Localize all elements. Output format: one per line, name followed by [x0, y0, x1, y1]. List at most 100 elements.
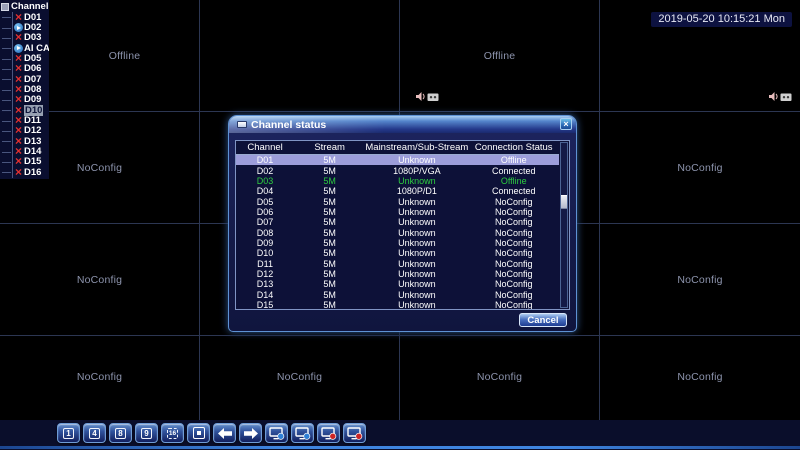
column-header: Connection Status [469, 142, 559, 153]
prev-page-button[interactable] [213, 423, 236, 443]
video-cell-status-label: NoConfig [477, 371, 522, 383]
channel-label: D16 [24, 167, 41, 178]
table-cell: D01 [236, 155, 294, 165]
table-row[interactable]: D055MUnknownNoConfig [236, 196, 559, 206]
table-row[interactable]: D075MUnknownNoConfig [236, 217, 559, 227]
video-cell-8[interactable]: NoConfig [600, 112, 800, 224]
table-cell: 5M [294, 176, 365, 186]
monitor-icon [321, 427, 337, 440]
table-cell: Unknown [365, 259, 468, 269]
table-row[interactable]: D045M1080P/D1Connected [236, 186, 559, 196]
view-9-button[interactable]: 9 [135, 423, 158, 443]
table-row[interactable]: D115MUnknownNoConfig [236, 258, 559, 268]
table-cell: NoConfig [469, 269, 559, 279]
channel-label: D11 [24, 115, 41, 126]
video-cell-2[interactable] [200, 0, 400, 112]
channel-status-table: ChannelStreamMainstream/Sub-StreamConnec… [235, 140, 570, 310]
table-cell: Unknown [365, 300, 468, 309]
fullscreen-icon [193, 427, 205, 439]
split-view-1-icon: 1 [63, 428, 74, 439]
table-cell: Offline [469, 155, 559, 165]
table-cell: D10 [236, 248, 294, 258]
tour-button[interactable] [265, 423, 288, 443]
channel-label: D15 [24, 156, 41, 167]
fullscreen-button[interactable] [187, 423, 210, 443]
video-cell-12[interactable]: NoConfig [600, 224, 800, 336]
view-4-button[interactable]: 4 [83, 423, 106, 443]
table-cell: 5M [294, 217, 365, 227]
table-row[interactable]: D065MUnknownNoConfig [236, 207, 559, 217]
monitor-icon [295, 427, 311, 440]
split-view-4-icon: 4 [89, 428, 100, 439]
view-16-button[interactable]: 16 [161, 423, 184, 443]
table-row[interactable]: D095MUnknownNoConfig [236, 238, 559, 248]
table-cell: Offline [469, 176, 559, 186]
split-view-8-icon: 8 [115, 428, 126, 439]
sidebar-item-d16[interactable]: ×D16 [13, 167, 49, 177]
video-cell-status-label: NoConfig [77, 274, 122, 286]
video-cell-status-label: NoConfig [77, 162, 122, 174]
table-cell: D05 [236, 197, 294, 207]
table-row[interactable]: D155MUnknownNoConfig [236, 300, 559, 309]
table-row[interactable]: D135MUnknownNoConfig [236, 279, 559, 289]
video-cell-3[interactable]: Offline [400, 0, 600, 112]
channel-offline-icon: × [14, 33, 23, 42]
playback-button[interactable] [343, 423, 366, 443]
table-cell: NoConfig [469, 279, 559, 289]
sidebar-item-d01[interactable]: ×D01 [13, 12, 49, 22]
table-cell: NoConfig [469, 197, 559, 207]
video-cell-status-label: Offline [484, 50, 516, 62]
table-cell: Unknown [365, 217, 468, 227]
table-cell: 5M [294, 248, 365, 258]
close-icon[interactable]: × [560, 118, 572, 130]
table-row[interactable]: D145MUnknownNoConfig [236, 289, 559, 299]
channel-label: D06 [24, 63, 41, 74]
table-cell: Unknown [365, 197, 468, 207]
table-cell: Unknown [365, 176, 468, 186]
record-button[interactable] [317, 423, 340, 443]
toolbar-buttons: 1 4 8 9 16 [57, 423, 800, 443]
dialog-footer: Cancel [229, 310, 576, 331]
channel-tree-root[interactable]: Channel [1, 1, 49, 12]
monitor-icon [347, 427, 363, 440]
table-cell: D03 [236, 176, 294, 186]
split-view-16-icon: 16 [167, 428, 178, 439]
table-cell: Connected [469, 166, 559, 176]
channel-offline-icon: × [14, 13, 23, 22]
table-body: D015MUnknownOfflineD025M1080P/VGAConnect… [236, 155, 559, 309]
table-row[interactable]: D085MUnknownNoConfig [236, 227, 559, 237]
next-page-button[interactable] [239, 423, 262, 443]
table-cell: 5M [294, 207, 365, 217]
table-cell: 1080P/D1 [365, 186, 468, 196]
snapshot-button[interactable] [291, 423, 314, 443]
channel-status-dialog: Channel status × ChannelStreamMainstream… [228, 115, 577, 332]
table-cell: 5M [294, 290, 365, 300]
table-cell: 5M [294, 279, 365, 289]
split-view-9-icon: 9 [141, 428, 152, 439]
table-cell: D15 [236, 300, 294, 309]
table-scrollbar[interactable] [560, 142, 568, 308]
sidebar-item-d03[interactable]: ×D03 [13, 33, 49, 43]
table-row[interactable]: D035MUnknownOffline [236, 176, 559, 186]
table-cell: 5M [294, 197, 365, 207]
mute-icon [769, 91, 793, 102]
table-row[interactable]: D125MUnknownNoConfig [236, 269, 559, 279]
scrollbar-thumb[interactable] [561, 195, 567, 209]
dialog-title: Channel status [251, 119, 326, 131]
view-1-button[interactable]: 1 [57, 423, 80, 443]
table-row[interactable]: D015MUnknownOffline [236, 155, 559, 165]
table-cell: Unknown [365, 248, 468, 258]
table-cell: 5M [294, 269, 365, 279]
table-cell: Unknown [365, 290, 468, 300]
table-cell: 1080P/VGA [365, 166, 468, 176]
cancel-button[interactable]: Cancel [519, 313, 567, 327]
table-row[interactable]: D025M1080P/VGAConnected [236, 165, 559, 175]
channel-offline-icon: × [14, 168, 23, 177]
video-cell-status-label: NoConfig [277, 371, 322, 383]
table-cell: D08 [236, 228, 294, 238]
table-row[interactable]: D105MUnknownNoConfig [236, 248, 559, 258]
video-cell-status-label: Offline [109, 50, 141, 62]
channel-tree: ×D01D02×D03AI CAM×D05×D06×D07×D08×D09×D1… [12, 12, 49, 178]
view-8-button[interactable]: 8 [109, 423, 132, 443]
video-cell-9[interactable]: NoConfig [0, 224, 200, 336]
